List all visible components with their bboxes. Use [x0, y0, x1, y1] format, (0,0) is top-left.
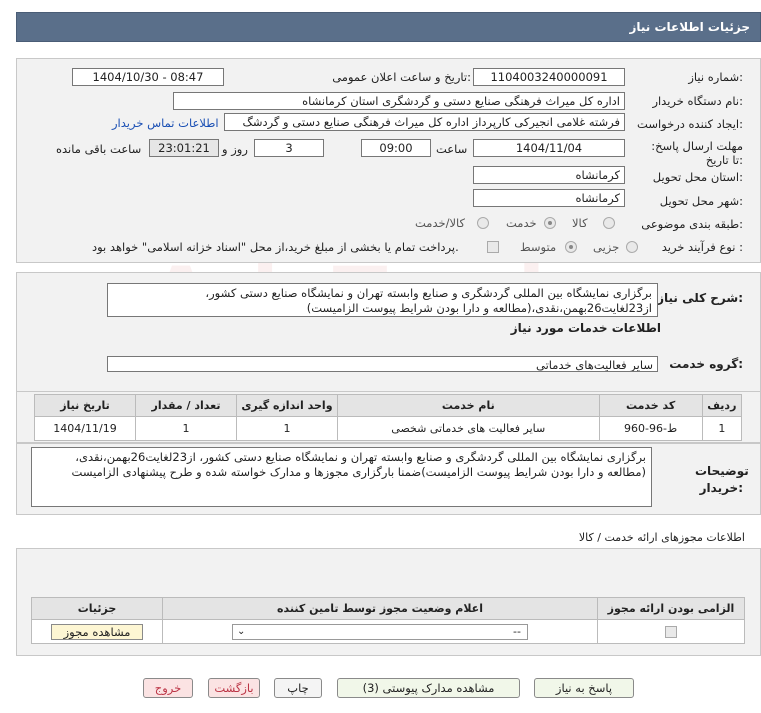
announce-label: تاریخ و ساعت اعلان عمومی:	[332, 70, 471, 84]
col-date: تاریخ نیاز	[33, 394, 137, 417]
category-option-goods: کالا	[572, 216, 588, 230]
col-row: ردیف	[701, 394, 743, 417]
col-name: نام خدمت	[336, 394, 600, 417]
province-label: استان محل تحویل:	[652, 170, 743, 184]
summary-textarea[interactable]: برگزاری نمایشگاه بین المللی گردشگری و صن…	[107, 283, 658, 317]
permit-required-checkbox	[665, 626, 677, 638]
service-group-label: گروه خدمت:	[669, 357, 743, 371]
title-bar: جزئیات اطلاعات نیاز	[16, 12, 761, 42]
permit-status-select[interactable]: -- ⌄	[232, 623, 528, 640]
days-field: 3	[254, 139, 324, 157]
cell-code: ط-96-960	[598, 416, 703, 441]
city-label: شهر محل تحویل:	[659, 194, 743, 208]
city-field: کرمانشاه	[473, 189, 625, 207]
treasury-checkbox[interactable]	[487, 241, 499, 253]
print-button[interactable]: چاپ	[274, 678, 322, 698]
col-permit-details: جزئیات	[31, 597, 163, 620]
col-permit-required: الزامی بودن ارائه مجوز	[597, 597, 745, 620]
process-label: نوع فرآیند خرید :	[661, 240, 743, 254]
table-row: -- ⌄ مشاهده مجوز	[31, 619, 745, 644]
category-option-goods-service: کالا/خدمت	[415, 216, 466, 230]
services-table: ردیف کد خدمت نام خدمت واحد اندازه گیری ت…	[33, 394, 743, 441]
buyer-notes-label: توضیحات خریدار:	[695, 464, 749, 495]
days-label: روز و	[222, 142, 248, 156]
process-option-medium: متوسط	[520, 240, 557, 254]
col-qty: تعداد / مقدار	[135, 394, 237, 417]
view-attachments-button[interactable]: مشاهده مدارک پیوستی (3)	[337, 678, 520, 698]
page-title: جزئیات اطلاعات نیاز	[629, 20, 750, 34]
need-number-field: 1104003240000091	[473, 68, 625, 86]
view-permit-button[interactable]: مشاهده مجوز	[51, 623, 143, 640]
province-field: کرمانشاه	[473, 166, 625, 184]
deadline-label: مهلت ارسال پاسخ: تا تاریخ:	[651, 139, 743, 167]
buyer-org-field: اداره کل میراث فرهنگی صنایع دستی و گردشگ…	[173, 92, 625, 110]
remaining-time-field: 23:01:21	[149, 139, 219, 157]
announce-field: 1404/10/30 - 08:47	[72, 68, 224, 86]
category-radio-service[interactable]	[544, 217, 556, 229]
exit-button[interactable]: خروج	[143, 678, 193, 698]
summary-label: شرح کلی نیاز:	[657, 291, 743, 305]
cell-name: سایر فعالیت های خدماتی شخصی	[336, 416, 600, 441]
category-radio-goods[interactable]	[603, 217, 615, 229]
deadline-date-field: 1404/11/04	[473, 139, 625, 157]
cell-qty: 1	[135, 416, 237, 441]
category-label: طبقه بندی موضوعی:	[641, 217, 743, 231]
service-group-field: سایر فعالیت‌های خدماتی	[107, 356, 658, 372]
chevron-down-icon: ⌄	[237, 625, 246, 637]
cell-unit: 1	[235, 416, 338, 441]
cell-date: 1404/11/19	[33, 416, 137, 441]
cell-row: 1	[701, 416, 743, 441]
buyer-notes-textarea[interactable]: برگزاری نمایشگاه بین المللی گردشگری و صن…	[31, 447, 652, 507]
table-row: 1 ط-96-960 سایر فعالیت های خدماتی شخصی 1…	[33, 416, 743, 441]
creator-field: فرشته غلامی انجیرکی کارپرداز اداره کل می…	[224, 113, 625, 131]
permits-title: اطلاعات مجوزهای ارائه خدمت / کالا	[578, 531, 745, 544]
creator-label: ایجاد کننده درخواست:	[637, 117, 743, 131]
remaining-label: ساعت باقی مانده	[56, 142, 142, 156]
services-section-title: اطلاعات خدمات مورد نیاز	[510, 321, 661, 335]
col-code: کد خدمت	[598, 394, 703, 417]
permit-status-value: --	[513, 624, 521, 638]
category-option-service: خدمت	[506, 216, 537, 230]
reply-button[interactable]: پاسخ به نیاز	[534, 678, 634, 698]
deadline-time-field: 09:00	[361, 139, 431, 157]
category-radio-goods-service[interactable]	[477, 217, 489, 229]
process-radio-minor[interactable]	[626, 241, 638, 253]
payment-note: پرداخت تمام یا بخشی از مبلغ خرید،از محل …	[92, 240, 459, 254]
need-number-label: شماره نیاز:	[688, 70, 743, 84]
buyer-contact-link[interactable]: اطلاعات تماس خریدار	[112, 116, 219, 130]
col-unit: واحد اندازه گیری	[235, 394, 338, 417]
permits-table: الزامی بودن ارائه مجوز اعلام وضعیت مجوز …	[31, 597, 745, 644]
back-button[interactable]: بازگشت	[208, 678, 260, 698]
process-option-minor: جزیی	[593, 240, 620, 254]
col-permit-status: اعلام وضعیت مجوز توسط تامین کننده	[162, 597, 598, 620]
buyer-org-label: نام دستگاه خریدار:	[652, 94, 743, 108]
deadline-time-label: ساعت	[436, 142, 468, 156]
process-radio-medium[interactable]	[565, 241, 577, 253]
